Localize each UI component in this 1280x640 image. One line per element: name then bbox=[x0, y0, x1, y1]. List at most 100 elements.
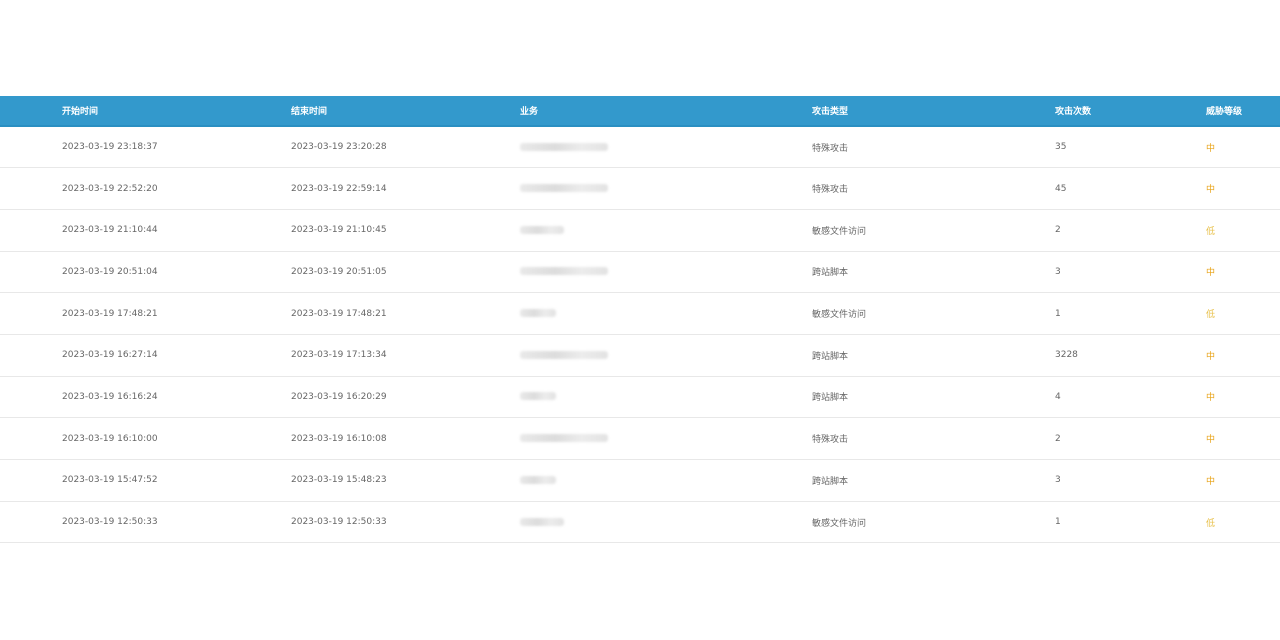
row-spacer bbox=[0, 501, 62, 543]
cell-attack-type: 敏感文件访问 bbox=[812, 518, 867, 529]
table-row[interactable]: 2023-03-19 12:50:33 2023-03-19 12:50:33 敏感… bbox=[0, 501, 1280, 543]
cell-business bbox=[520, 209, 812, 251]
table-body: 2023-03-19 23:18:37 2023-03-19 23:20:28 特殊… bbox=[0, 126, 1280, 543]
table-row[interactable]: 2023-03-19 16:10:00 2023-03-19 16:10:08 特殊… bbox=[0, 418, 1280, 460]
cell-business bbox=[520, 293, 812, 335]
cell-attack-type: 跨站脚本 bbox=[812, 476, 849, 487]
redacted-business-name bbox=[520, 267, 608, 276]
cell-start-time: 2023-03-19 16:16:24 bbox=[62, 391, 158, 402]
redacted-business-name bbox=[520, 184, 608, 193]
table-header: 开始时间 结束时间 业务 攻击类型 攻击次数 威胁等级 bbox=[0, 96, 1280, 127]
cell-threat-level: 中 bbox=[1206, 143, 1216, 154]
cell-threat-level: 低 bbox=[1206, 310, 1216, 321]
cell-attack-count: 3228 bbox=[1055, 350, 1078, 361]
cell-business bbox=[520, 376, 812, 418]
cell-threat-level: 中 bbox=[1206, 351, 1216, 362]
row-spacer bbox=[0, 334, 62, 376]
row-spacer bbox=[0, 251, 62, 293]
cell-end-time: 2023-03-19 12:50:33 bbox=[291, 517, 387, 528]
redacted-business-name bbox=[520, 517, 564, 526]
cell-threat-level: 中 bbox=[1206, 268, 1216, 279]
cell-end-time: 2023-03-19 20:51:05 bbox=[291, 266, 387, 277]
col-header-start-time[interactable]: 开始时间 bbox=[62, 96, 291, 127]
cell-end-time: 2023-03-19 22:59:14 bbox=[291, 183, 387, 194]
cell-attack-count: 2 bbox=[1055, 225, 1061, 236]
cell-attack-type: 跨站脚本 bbox=[812, 268, 849, 279]
cell-attack-count: 1 bbox=[1055, 308, 1061, 319]
cell-attack-type: 跨站脚本 bbox=[812, 351, 849, 362]
cell-attack-count: 4 bbox=[1055, 391, 1061, 402]
cell-start-time: 2023-03-19 15:47:52 bbox=[62, 475, 158, 486]
cell-attack-type: 特殊攻击 bbox=[812, 143, 849, 154]
cell-attack-count: 2 bbox=[1055, 433, 1061, 444]
cell-attack-count: 45 bbox=[1055, 183, 1067, 194]
cell-business bbox=[520, 168, 812, 210]
cell-start-time: 2023-03-19 23:18:37 bbox=[62, 142, 158, 153]
row-spacer bbox=[0, 376, 62, 418]
cell-threat-level: 中 bbox=[1206, 393, 1216, 404]
row-spacer bbox=[0, 168, 62, 210]
table-row[interactable]: 2023-03-19 16:27:14 2023-03-19 17:13:34 跨站… bbox=[0, 334, 1280, 377]
cell-end-time: 2023-03-19 16:20:29 bbox=[291, 391, 387, 402]
attack-log-table-wrap: 开始时间 结束时间 业务 攻击类型 攻击次数 威胁等级 2023-03-19 2… bbox=[0, 96, 1280, 543]
cell-business bbox=[520, 460, 812, 502]
cell-end-time: 2023-03-19 17:48:21 bbox=[291, 308, 387, 319]
cell-attack-count: 35 bbox=[1055, 142, 1067, 153]
col-header-end-time[interactable]: 结束时间 bbox=[291, 96, 520, 127]
cell-end-time: 2023-03-19 17:13:34 bbox=[291, 350, 387, 361]
col-header-threat-level[interactable]: 威胁等级 bbox=[1206, 96, 1280, 127]
cell-business bbox=[520, 251, 812, 293]
cell-business bbox=[520, 501, 812, 543]
redacted-business-name bbox=[520, 350, 608, 359]
cell-threat-level: 低 bbox=[1206, 518, 1216, 529]
table-row[interactable]: 2023-03-19 16:16:24 2023-03-19 16:20:29 跨站… bbox=[0, 376, 1280, 418]
cell-attack-count: 3 bbox=[1055, 266, 1061, 277]
table-row[interactable]: 2023-03-19 21:10:44 2023-03-19 21:10:45 敏感… bbox=[0, 209, 1280, 252]
table-row[interactable]: 2023-03-19 20:51:04 2023-03-19 20:51:05 跨站… bbox=[0, 251, 1280, 293]
cell-end-time: 2023-03-19 23:20:28 bbox=[291, 142, 387, 153]
cell-attack-type: 敏感文件访问 bbox=[812, 226, 867, 237]
redacted-business-name bbox=[520, 309, 556, 318]
redacted-business-name bbox=[520, 434, 608, 443]
attack-log-table: 开始时间 结束时间 业务 攻击类型 攻击次数 威胁等级 2023-03-19 2… bbox=[0, 96, 1280, 543]
cell-threat-level: 中 bbox=[1206, 476, 1216, 487]
cell-attack-type: 跨站脚本 bbox=[812, 393, 849, 404]
table-row[interactable]: 2023-03-19 22:52:20 2023-03-19 22:59:14 特殊… bbox=[0, 168, 1280, 210]
redacted-business-name bbox=[520, 142, 608, 151]
cell-attack-type: 敏感文件访问 bbox=[812, 310, 867, 321]
cell-end-time: 2023-03-19 16:10:08 bbox=[291, 433, 387, 444]
cell-business bbox=[520, 418, 812, 460]
row-spacer bbox=[0, 293, 62, 335]
cell-start-time: 2023-03-19 16:10:00 bbox=[62, 433, 158, 444]
table-row[interactable]: 2023-03-19 17:48:21 2023-03-19 17:48:21 敏感… bbox=[0, 293, 1280, 335]
col-header-business[interactable]: 业务 bbox=[520, 96, 812, 127]
row-spacer bbox=[0, 209, 62, 251]
table-row[interactable]: 2023-03-19 23:18:37 2023-03-19 23:20:28 特殊… bbox=[0, 126, 1280, 168]
redacted-business-name bbox=[520, 225, 564, 234]
row-spacer bbox=[0, 460, 62, 502]
row-spacer bbox=[0, 126, 62, 168]
cell-end-time: 2023-03-19 15:48:23 bbox=[291, 475, 387, 486]
cell-business bbox=[520, 126, 812, 168]
cell-threat-level: 中 bbox=[1206, 435, 1216, 446]
col-header-attack-type[interactable]: 攻击类型 bbox=[812, 96, 1055, 127]
cell-start-time: 2023-03-19 22:52:20 bbox=[62, 183, 158, 194]
cell-threat-level: 中 bbox=[1206, 185, 1216, 196]
col-header-attack-count[interactable]: 攻击次数 bbox=[1055, 96, 1206, 127]
redacted-business-name bbox=[520, 392, 556, 401]
cell-start-time: 2023-03-19 20:51:04 bbox=[62, 266, 158, 277]
cell-attack-count: 1 bbox=[1055, 517, 1061, 528]
cell-start-time: 2023-03-19 21:10:44 bbox=[62, 225, 158, 236]
cell-attack-type: 特殊攻击 bbox=[812, 185, 849, 196]
cell-start-time: 2023-03-19 17:48:21 bbox=[62, 308, 158, 319]
cell-business bbox=[520, 334, 812, 376]
cell-threat-level: 低 bbox=[1206, 226, 1216, 237]
cell-start-time: 2023-03-19 16:27:14 bbox=[62, 350, 158, 361]
cell-attack-count: 3 bbox=[1055, 475, 1061, 486]
row-spacer bbox=[0, 418, 62, 460]
redacted-business-name bbox=[520, 475, 556, 484]
header-row: 开始时间 结束时间 业务 攻击类型 攻击次数 威胁等级 bbox=[0, 96, 1280, 127]
cell-start-time: 2023-03-19 12:50:33 bbox=[62, 517, 158, 528]
table-row[interactable]: 2023-03-19 15:47:52 2023-03-19 15:48:23 跨站… bbox=[0, 460, 1280, 502]
cell-attack-type: 特殊攻击 bbox=[812, 435, 849, 446]
